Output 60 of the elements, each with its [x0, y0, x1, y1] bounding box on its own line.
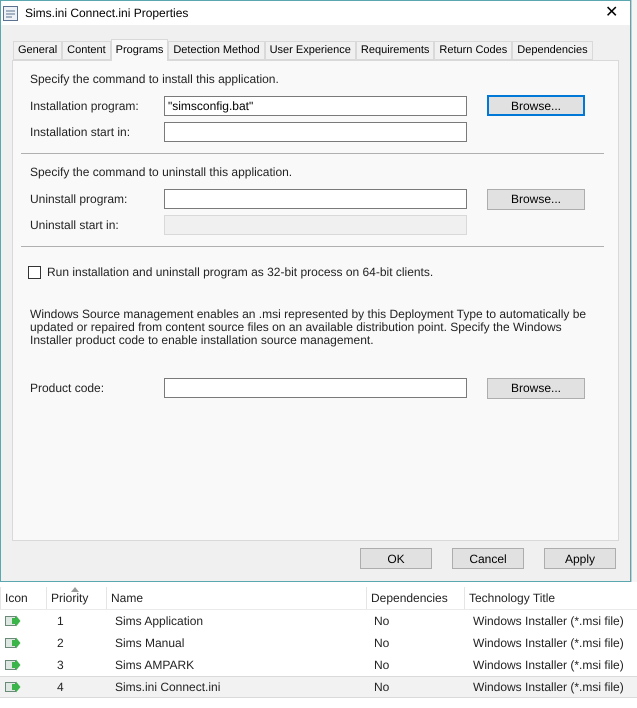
dialog-button[interactable]: OK	[360, 548, 432, 569]
tab[interactable]: Return Codes	[434, 41, 512, 60]
deployment-type-icon	[5, 681, 21, 693]
table-cell-text: 4	[56, 679, 65, 696]
tab[interactable]: Content	[62, 41, 111, 60]
table-cell-text: No	[373, 679, 390, 696]
table-cell-text: Windows Installer (*.msi file)	[472, 635, 625, 652]
window-title: Sims.ini Connect.ini Properties	[25, 5, 188, 22]
table-cell-text: 2	[56, 635, 65, 652]
browse-button[interactable]: Browse...	[487, 95, 585, 116]
column-header[interactable]: Technology Title	[464, 587, 637, 609]
column-header[interactable]: Name	[106, 587, 366, 609]
source-management-text: Windows Source management enables an .msi represented by this Deployment Type to automatically be updated or repaired from content source files on an available distribution point. Specify the Windows Installer product code to enable installation source management.	[29, 308, 588, 347]
table-cell-text: 3	[56, 657, 65, 674]
deployment-type-icon	[5, 615, 21, 627]
table-cell-text: 1	[56, 613, 65, 630]
tab[interactable]: User Experience	[264, 41, 356, 60]
dialog-button[interactable]: Apply	[544, 548, 616, 569]
tab[interactable]: Dependencies	[512, 41, 593, 60]
close-button[interactable]: ✕	[605, 1, 618, 25]
text-field[interactable]	[164, 122, 467, 142]
column-header[interactable]: Priority	[46, 587, 106, 609]
tab[interactable]: Detection Method	[168, 41, 265, 60]
section-heading: Specify the command to uninstall this application.	[29, 164, 294, 181]
table-cell-text: Sims AMPARK	[114, 657, 196, 674]
field-label: Uninstall program:	[29, 191, 128, 208]
deployment-type-icon	[5, 659, 21, 671]
text-field[interactable]	[164, 378, 467, 398]
table-row[interactable]: 4 Sims.ini Connect.ini No Windows Installer (*.msi file)	[0, 676, 637, 698]
text-field[interactable]: "simsconfig.bat"	[164, 96, 467, 116]
tab[interactable]: Requirements	[356, 41, 434, 60]
table-cell-text: No	[373, 657, 390, 674]
column-header[interactable]: Dependencies	[366, 587, 464, 609]
table-row[interactable]: 2 Sims Manual No Windows Installer (*.msi file)	[0, 632, 637, 654]
table-cell-text: Sims Manual	[114, 635, 186, 652]
column-header[interactable]: Icon	[0, 587, 46, 609]
browse-button[interactable]: Browse...	[487, 188, 585, 210]
deployment-type-icon	[5, 637, 21, 649]
table-cell-text: Windows Installer (*.msi file)	[472, 679, 625, 696]
table-cell-text: No	[373, 613, 390, 630]
properties-icon	[3, 6, 18, 20]
tab[interactable]: Programs	[110, 39, 168, 61]
browse-button[interactable]: Browse...	[487, 378, 585, 398]
field-label: Product code:	[29, 380, 106, 397]
table-cell-text: Windows Installer (*.msi file)	[472, 613, 625, 630]
table-cell-text: Sims Application	[114, 613, 204, 630]
table-cell-text: Windows Installer (*.msi file)	[472, 657, 625, 674]
dialog-button[interactable]: Cancel	[452, 548, 524, 569]
field-label: Uninstall start in:	[29, 217, 120, 234]
table-row[interactable]: 3 Sims AMPARK No Windows Installer (*.msi file)	[0, 654, 637, 676]
checkbox[interactable]	[28, 266, 41, 278]
table-cell-text: Sims.ini Connect.ini	[114, 679, 222, 696]
tab[interactable]: General	[13, 41, 62, 60]
table-cell-text: No	[373, 635, 390, 652]
checkbox-label: Run installation and uninstall program as 32-bit process on 64-bit clients.	[47, 264, 434, 281]
text-field[interactable]	[164, 189, 467, 209]
section-heading: Specify the command to install this application.	[29, 71, 280, 88]
field-label: Installation start in:	[29, 124, 132, 141]
field-label: Installation program:	[29, 98, 140, 115]
table-row[interactable]: 1 Sims Application No Windows Installer (*.msi file)	[0, 610, 637, 632]
